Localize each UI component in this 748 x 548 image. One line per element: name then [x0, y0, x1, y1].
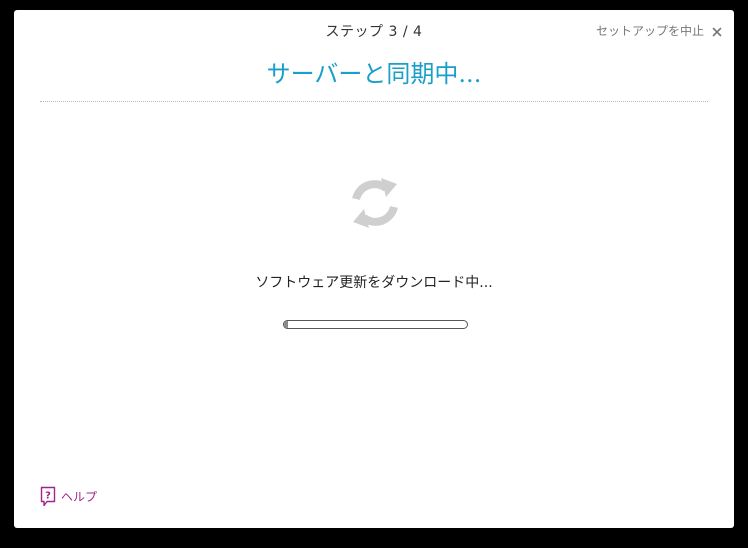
page-title: サーバーと同期中...	[266, 60, 482, 88]
close-icon	[712, 26, 722, 36]
help-link[interactable]: ? ヘルプ	[40, 486, 97, 507]
cancel-setup-label: セットアップを中止	[595, 24, 704, 38]
help-label: ヘルプ	[61, 490, 98, 504]
help-icon: ?	[40, 486, 56, 507]
download-progress-bar	[283, 320, 468, 329]
svg-text:?: ?	[45, 491, 51, 502]
setup-window: ステップ 3 / 4 セットアップを中止 サーバーと同期中... ソフトウェア更…	[14, 10, 734, 528]
download-status-text: ソフトウェア更新をダウンロード中...	[255, 275, 493, 291]
header-divider	[40, 101, 708, 102]
sync-icon	[346, 175, 404, 231]
download-progress-fill	[284, 321, 288, 328]
cancel-setup-button[interactable]: セットアップを中止	[596, 22, 722, 39]
